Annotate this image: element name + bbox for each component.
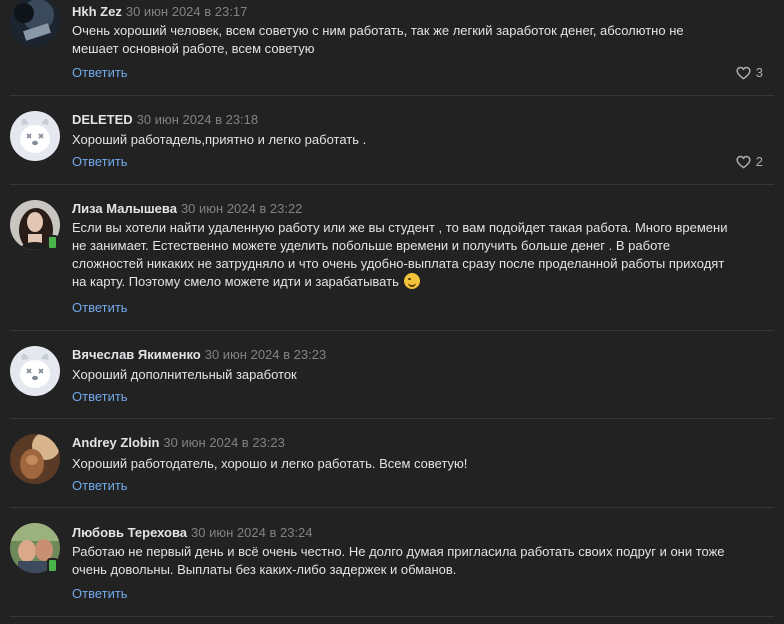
comment-line: Работаю не первый день и всё очень честн…: [72, 544, 725, 559]
comment-author[interactable]: Andrey Zlobin 30 июн 2024 в 23:23: [72, 435, 285, 450]
comment-text: Очень хороший человек, всем советую с ни…: [72, 22, 772, 58]
comment-line: Очень хороший человек, всем советую с ни…: [72, 23, 684, 38]
comment-date[interactable]: 30 июн 2024 в 23:23: [163, 435, 284, 450]
avatar[interactable]: [10, 346, 60, 396]
divider: [10, 184, 774, 185]
reply-button[interactable]: Ответить: [72, 65, 128, 80]
reply-button[interactable]: Ответить: [72, 300, 128, 315]
like-count: 2: [755, 154, 763, 169]
author-name[interactable]: Andrey Zlobin: [72, 435, 159, 450]
avatar[interactable]: [10, 434, 60, 484]
wink-emoji-icon: [404, 273, 421, 289]
comment-date[interactable]: 30 июн 2024 в 23:23: [205, 347, 326, 362]
reply-button[interactable]: Ответить: [72, 389, 128, 404]
like-count: 3: [755, 65, 763, 80]
divider: [10, 418, 774, 419]
avatar[interactable]: [10, 0, 60, 47]
comment-date[interactable]: 30 июн 2024 в 23:17: [126, 4, 247, 19]
divider: [10, 616, 774, 617]
comment-date[interactable]: 30 июн 2024 в 23:22: [181, 201, 302, 216]
comment-line: сложностей никаких не затрудняло и что о…: [72, 256, 725, 271]
comment-text: Хороший работодатель, хорошо и легко раб…: [72, 455, 772, 473]
comment-line: не занимает. Естественно можете уделить …: [72, 238, 671, 253]
comment-author[interactable]: Hkh Zez 30 июн 2024 в 23:17: [72, 4, 247, 19]
comment-text: Если вы хотели найти удаленную работу ил…: [72, 219, 772, 291]
photo-icon: [10, 434, 60, 484]
comment-text: Работаю не первый день и всё очень честн…: [72, 543, 772, 579]
comment-date[interactable]: 30 июн 2024 в 23:18: [137, 112, 258, 127]
author-name[interactable]: Любовь Терехова: [72, 525, 187, 540]
comment-text: Хороший дополнительный заработок: [72, 366, 772, 384]
photo-icon: [10, 0, 60, 47]
divider: [10, 507, 774, 508]
comment-line: мешает основной работе, всем советую: [72, 41, 315, 56]
comment-line: очень довольны. Выплаты без каких-либо з…: [72, 562, 457, 577]
mobile-online-icon: [47, 235, 58, 250]
deleted-dog-icon: [10, 111, 60, 161]
divider: [10, 330, 774, 331]
comment-line: Хороший работодатель, хорошо и легко раб…: [72, 456, 468, 471]
avatar[interactable]: [10, 111, 60, 161]
heart-icon: [736, 155, 751, 169]
comment-author[interactable]: Лиза Малышева 30 июн 2024 в 23:22: [72, 201, 302, 216]
reply-button[interactable]: Ответить: [72, 586, 128, 601]
comment-text: Хороший работадель,приятно и легко работ…: [72, 131, 772, 149]
mobile-online-icon: [47, 558, 58, 573]
author-name[interactable]: DELETED: [72, 112, 133, 127]
deleted-dog-icon: [10, 346, 60, 396]
comment-author[interactable]: DELETED 30 июн 2024 в 23:18: [72, 112, 258, 127]
comment-line: Если вы хотели найти удаленную работу ил…: [72, 220, 728, 235]
comment-line: Хороший работадель,приятно и легко работ…: [72, 132, 367, 147]
like-button[interactable]: 3: [736, 65, 763, 80]
comment-date[interactable]: 30 июн 2024 в 23:24: [191, 525, 312, 540]
comment-line-text: на карту. Поэтому смело можете идти и за…: [72, 274, 399, 289]
author-name[interactable]: Лиза Малышева: [72, 201, 177, 216]
reply-button[interactable]: Ответить: [72, 154, 128, 169]
heart-icon: [736, 66, 751, 80]
author-name[interactable]: Hkh Zez: [72, 4, 122, 19]
divider: [10, 95, 774, 96]
author-name[interactable]: Вячеслав Якименко: [72, 347, 201, 362]
comment-line: на карту. Поэтому смело можете идти и за…: [72, 273, 772, 291]
comment-line: Хороший дополнительный заработок: [72, 367, 297, 382]
comment-author[interactable]: Любовь Терехова 30 июн 2024 в 23:24: [72, 525, 313, 540]
reply-button[interactable]: Ответить: [72, 478, 128, 493]
comments-feed: Hkh Zez 30 июн 2024 в 23:17 Очень хороший…: [0, 0, 784, 624]
like-button[interactable]: 2: [736, 154, 763, 169]
comment-author[interactable]: Вячеслав Якименко 30 июн 2024 в 23:23: [72, 347, 326, 362]
